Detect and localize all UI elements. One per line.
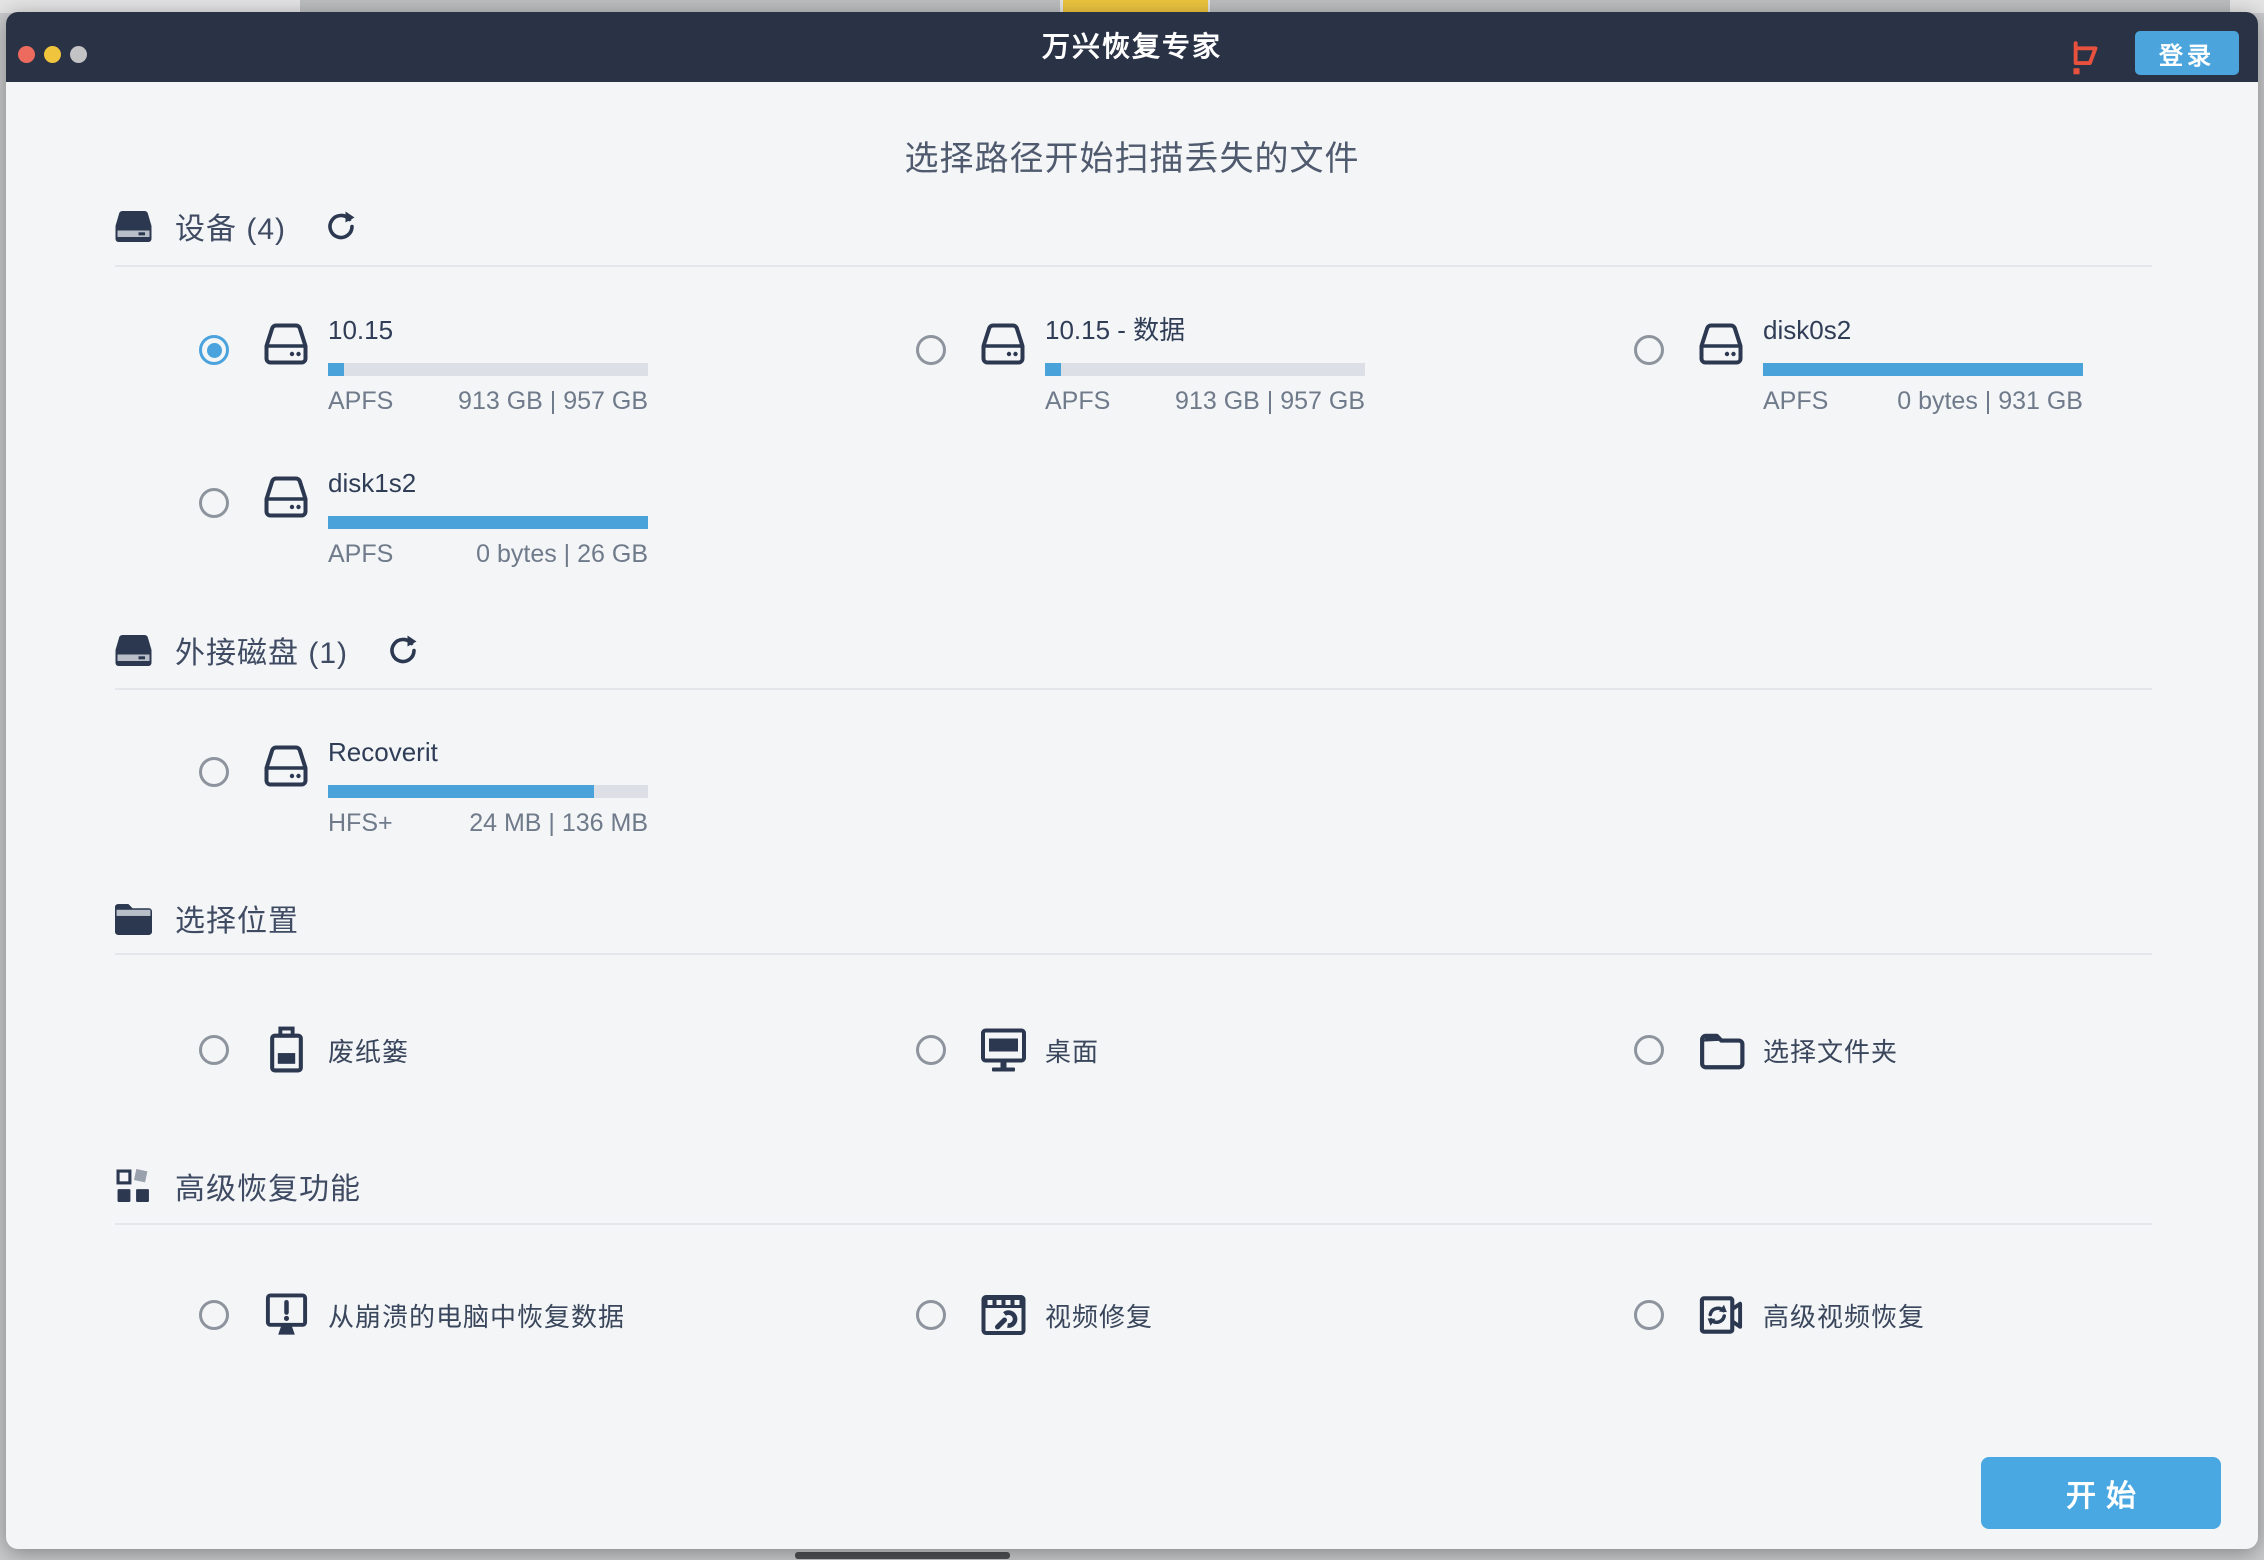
start-button[interactable]: 开始 — [1981, 1457, 2221, 1529]
location-label: 选择文件夹 — [1763, 1032, 1898, 1069]
device-item-disk0s2[interactable]: disk0s2 APFS 0 bytes | 931 GB — [1634, 315, 2086, 415]
size-label: 24 MB | 136 MB — [469, 809, 648, 838]
desktop-monitor-icon — [980, 1022, 1027, 1078]
grid-squares-icon — [113, 1166, 153, 1206]
location-label: 桌面 — [1045, 1032, 1099, 1069]
usage-bar — [1763, 363, 2083, 376]
device-info: Recoverit HFS+ 24 MB | 136 MB — [328, 737, 648, 838]
filesystem-label: APFS — [328, 540, 393, 569]
advanced-item-video-repair[interactable]: 视频修复 — [916, 1287, 1153, 1343]
refresh-icon — [387, 634, 419, 666]
usage-bar — [1045, 363, 1365, 376]
section-external-header: 外接磁盘 (1) — [113, 628, 420, 672]
trash-icon — [263, 1022, 310, 1078]
login-button[interactable]: 登录 — [2135, 31, 2239, 75]
refresh-icon — [325, 210, 357, 242]
folder-outline-icon — [1698, 1022, 1745, 1078]
device-item-disk1s2[interactable]: disk1s2 APFS 0 bytes | 26 GB — [199, 468, 651, 568]
device-name: Recoverit — [328, 737, 648, 767]
start-label: 开始 — [2056, 1471, 2146, 1515]
filesystem-label: APFS — [328, 387, 393, 416]
usage-bar — [328, 516, 648, 529]
usage-bar-fill — [328, 785, 594, 798]
hard-drive-outline-icon — [1696, 320, 1746, 368]
radio-button[interactable] — [199, 1300, 229, 1330]
radio-button[interactable] — [199, 757, 229, 787]
section-advanced-header: 高级恢复功能 — [113, 1164, 361, 1208]
device-item-10-15[interactable]: 10.15 APFS 913 GB | 957 GB — [199, 315, 651, 415]
section-locations-title: 选择位置 — [175, 896, 299, 940]
divider — [115, 265, 2152, 267]
section-devices-header: 设备 (4) — [113, 204, 358, 248]
filesystem-label: APFS — [1763, 387, 1828, 416]
refresh-external-button[interactable] — [386, 633, 420, 667]
size-label: 913 GB | 957 GB — [1175, 387, 1365, 416]
device-name: 10.15 — [328, 315, 648, 345]
hard-drive-filled-icon — [113, 630, 153, 670]
filesystem-label: HFS+ — [328, 809, 393, 838]
advanced-item-crashed-computer[interactable]: 从崩溃的电脑中恢复数据 — [199, 1287, 625, 1343]
device-name: disk0s2 — [1763, 315, 2083, 345]
advanced-label: 高级视频恢复 — [1763, 1297, 1925, 1334]
device-name: disk1s2 — [328, 468, 648, 498]
titlebar: 万兴恢复专家 登录 — [6, 12, 2258, 82]
device-info: 10.15 APFS 913 GB | 957 GB — [328, 315, 648, 416]
location-item-choose-folder[interactable]: 选择文件夹 — [1634, 1022, 1898, 1078]
video-repair-icon — [980, 1287, 1027, 1343]
radio-button[interactable] — [916, 335, 946, 365]
hard-drive-outline-icon — [261, 742, 311, 790]
device-info: 10.15 - 数据 APFS 913 GB | 957 GB — [1045, 315, 1365, 416]
device-item-10-15-data[interactable]: 10.15 - 数据 APFS 913 GB | 957 GB — [916, 315, 1368, 415]
cart-button[interactable] — [2064, 34, 2108, 80]
location-item-desktop[interactable]: 桌面 — [916, 1022, 1099, 1078]
radio-button[interactable] — [199, 335, 229, 365]
size-label: 0 bytes | 26 GB — [476, 540, 648, 569]
size-label: 913 GB | 957 GB — [458, 387, 648, 416]
filesystem-label: APFS — [1045, 387, 1110, 416]
radio-button[interactable] — [1634, 1300, 1664, 1330]
section-external-title: 外接磁盘 (1) — [175, 628, 348, 672]
usage-bar — [328, 785, 648, 798]
radio-button[interactable] — [916, 1035, 946, 1065]
login-label: 登录 — [2159, 36, 2215, 71]
location-item-trash[interactable]: 废纸篓 — [199, 1022, 409, 1078]
desktop-behind-bottom — [795, 1552, 1010, 1559]
advanced-label: 从崩溃的电脑中恢复数据 — [328, 1297, 625, 1334]
hard-drive-outline-icon — [261, 320, 311, 368]
refresh-devices-button[interactable] — [324, 209, 358, 243]
advanced-label: 视频修复 — [1045, 1297, 1153, 1334]
device-item-recoverit[interactable]: Recoverit HFS+ 24 MB | 136 MB — [199, 737, 651, 837]
device-info: disk1s2 APFS 0 bytes | 26 GB — [328, 468, 648, 569]
radio-button[interactable] — [199, 488, 229, 518]
location-label: 废纸篓 — [328, 1032, 409, 1069]
section-locations-header: 选择位置 — [113, 896, 299, 940]
folder-filled-icon — [113, 898, 153, 938]
usage-bar-fill — [1763, 363, 2083, 376]
radio-button[interactable] — [916, 1300, 946, 1330]
hard-drive-outline-icon — [978, 320, 1028, 368]
cart-icon — [2067, 37, 2105, 77]
window-title: 万兴恢复专家 — [6, 12, 2258, 82]
section-devices-title: 设备 (4) — [175, 204, 286, 248]
page-title: 选择路径开始扫描丢失的文件 — [0, 131, 2264, 180]
usage-bar — [328, 363, 648, 376]
radio-button[interactable] — [199, 1035, 229, 1065]
advanced-item-advanced-video-recovery[interactable]: 高级视频恢复 — [1634, 1287, 1925, 1343]
divider — [115, 688, 2152, 690]
radio-button[interactable] — [1634, 1035, 1664, 1065]
divider — [115, 1223, 2152, 1225]
device-name: 10.15 - 数据 — [1045, 315, 1365, 345]
size-label: 0 bytes | 931 GB — [1897, 387, 2083, 416]
radio-button[interactable] — [1634, 335, 1664, 365]
usage-bar-fill — [328, 516, 648, 529]
divider — [115, 953, 2152, 955]
section-advanced-title: 高级恢复功能 — [175, 1164, 361, 1208]
device-info: disk0s2 APFS 0 bytes | 931 GB — [1763, 315, 2083, 416]
advanced-video-recovery-icon — [1698, 1287, 1745, 1343]
crashed-computer-icon — [263, 1287, 310, 1343]
usage-bar-fill — [328, 363, 344, 376]
hard-drive-outline-icon — [261, 473, 311, 521]
usage-bar-fill — [1045, 363, 1061, 376]
hard-drive-filled-icon — [113, 206, 153, 246]
